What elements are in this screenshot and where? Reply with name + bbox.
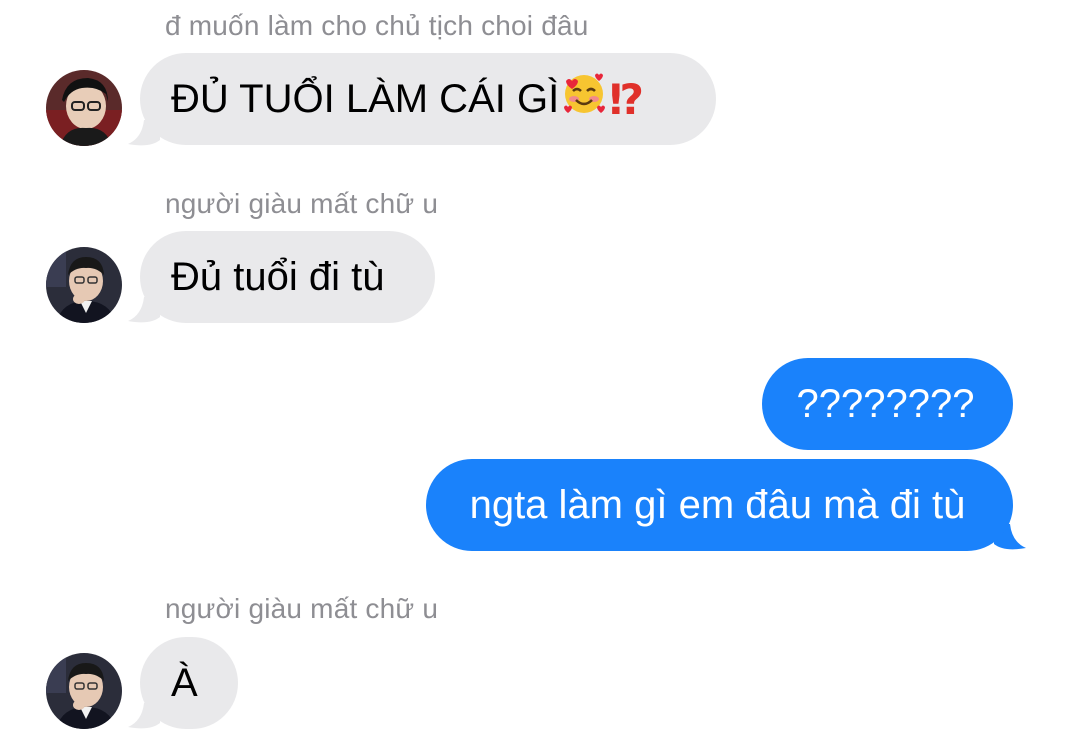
sender-name: đ muốn làm cho chủ tịch choi đâu xyxy=(165,10,589,41)
smiling-face-with-hearts-icon xyxy=(561,71,607,127)
message-text: ???????? xyxy=(796,381,975,426)
message-bubble-incoming[interactable]: ĐỦ TUỔI LÀM CÁI GÌ ⁉ xyxy=(140,53,716,145)
message-text: À xyxy=(171,660,198,705)
message-text: ĐỦ TUỔI LÀM CÁI GÌ xyxy=(171,76,560,121)
exclamation-question-mark-icon: ⁉ xyxy=(609,75,645,123)
message-bubble-outgoing[interactable]: ???????? xyxy=(762,358,1013,450)
message-bubble-incoming[interactable]: Đủ tuổi đi tù xyxy=(140,231,435,323)
avatar[interactable] xyxy=(46,70,122,146)
sender-name: người giàu mất chữ u xyxy=(165,188,439,219)
avatar[interactable] xyxy=(46,653,122,729)
message-text: Đủ tuổi đi tù xyxy=(171,254,385,299)
message-bubble-incoming[interactable]: À xyxy=(140,637,238,729)
message-bubble-outgoing[interactable]: ngta làm gì em đâu mà đi tù xyxy=(426,459,1013,551)
message-text: ngta làm gì em đâu mà đi tù xyxy=(469,482,966,527)
avatar[interactable] xyxy=(46,247,122,323)
sender-name: người giàu mất chữ u xyxy=(165,593,439,624)
